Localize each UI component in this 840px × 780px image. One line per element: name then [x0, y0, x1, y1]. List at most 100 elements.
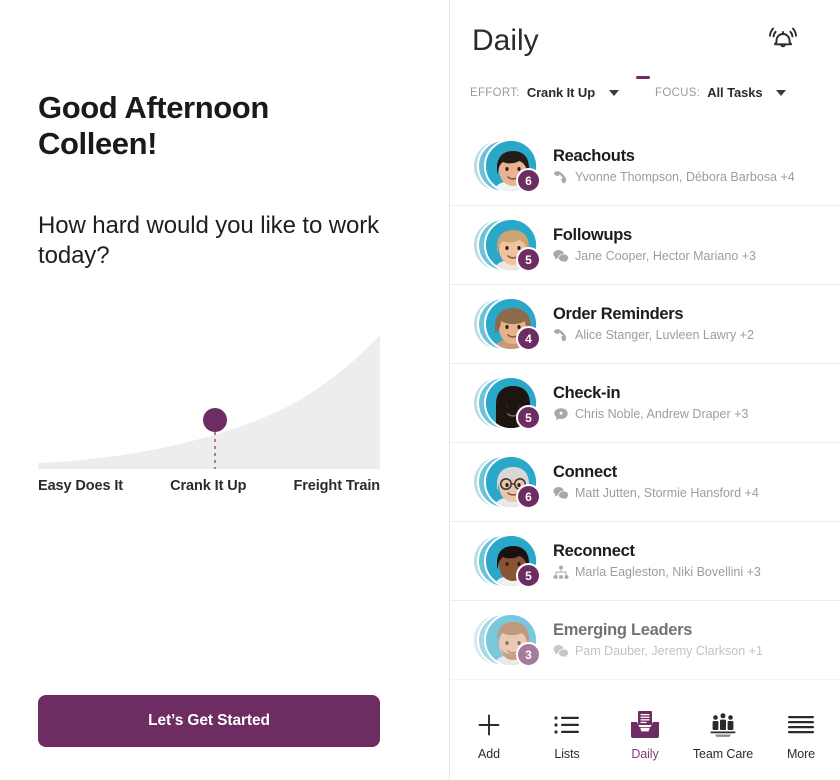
active-tab-indicator [636, 76, 650, 79]
speech-bubbles-icon [553, 486, 569, 501]
task-text: Emerging Leaders Pam Dauber, Jeremy Clark… [542, 621, 826, 660]
notifications-button[interactable] [757, 12, 809, 64]
task-row[interactable]: 6 Reachouts Yvonne Thompson, Débora Barbos… [450, 127, 840, 206]
daily-heading: Daily [472, 24, 539, 57]
avatar-stack: 5 [472, 372, 542, 434]
task-text: Connect Matt Jutten, Stormie Hansford +4 [542, 463, 826, 502]
task-subtitle: Jane Cooper, Hector Mariano +3 [553, 248, 826, 265]
task-count-badge: 3 [516, 642, 541, 667]
effort-option-easy[interactable]: Easy Does It [38, 478, 123, 494]
avatar-stack: 5 [472, 214, 542, 276]
task-count-badge: 5 [516, 247, 541, 272]
effort-option-crank[interactable]: Crank It Up [170, 478, 246, 494]
task-subtitle: Pam Dauber, Jeremy Clarkson +1 [553, 643, 826, 660]
task-subtitle: Marla Eagleston, Niki Bovellini +3 [553, 564, 826, 581]
bell-ringing-icon [766, 20, 800, 57]
effort-level-labels: Easy Does It Crank It Up Freight Train [38, 478, 380, 494]
avatar-stack: 5 [472, 530, 542, 592]
task-count-badge: 5 [516, 405, 541, 430]
task-row[interactable]: 5 Followups Jane Cooper, Hector Mariano +3 [450, 206, 840, 285]
task-subtitle: Yvonne Thompson, Débora Barbosa +4 [553, 169, 826, 186]
effort-question: How hard would you like to work today? [38, 212, 380, 270]
nav-item-daily[interactable]: Daily [606, 708, 684, 761]
focus-filter-value: All Tasks [707, 85, 763, 100]
greeting-line-2: Colleen! [38, 125, 158, 161]
nav-item-add[interactable]: Add [450, 708, 528, 761]
task-title: Order Reminders [553, 304, 684, 323]
app-root: Good Afternoon Colleen! How hard would y… [0, 0, 840, 780]
plus-icon [475, 708, 503, 742]
nav-item-team-care[interactable]: Team Care [684, 708, 762, 761]
list-icon [554, 708, 580, 742]
speech-bubble-icon [553, 407, 569, 422]
avatar-stack: 3 [472, 609, 542, 671]
task-member-names: Pam Dauber, Jeremy Clarkson +1 [575, 643, 763, 658]
bottom-navigation[interactable]: Add Lists Daily Team Care More [450, 700, 840, 780]
task-member-names: Marla Eagleston, Niki Bovellini +3 [575, 564, 761, 579]
effort-filter[interactable]: EFFORT: Crank It Up [470, 85, 620, 100]
nav-item-label: Team Care [692, 747, 754, 761]
filter-bar: EFFORT: Crank It Up FOCUS: All Tasks [470, 85, 830, 111]
hamburger-icon [787, 708, 815, 742]
phone-receiver-icon [553, 170, 569, 185]
chevron-down-icon[interactable] [609, 89, 620, 96]
focus-filter-label: FOCUS: [655, 86, 701, 99]
task-title: Followups [553, 225, 632, 244]
task-title: Emerging Leaders [553, 620, 693, 639]
task-member-names: Yvonne Thompson, Débora Barbosa +4 [575, 169, 795, 184]
nav-item-label: More [786, 747, 816, 761]
task-text: Check-in Chris Noble, Andrew Draper +3 [542, 384, 826, 423]
task-list[interactable]: 6 Reachouts Yvonne Thompson, Débora Barbos… [450, 127, 840, 695]
phone-receiver-icon [553, 328, 569, 343]
nav-item-lists[interactable]: Lists [528, 708, 606, 761]
task-row[interactable]: 5 Reconnect Marla Eagleston, Niki Bovellin… [450, 522, 840, 601]
effort-curve-chart[interactable] [38, 327, 380, 469]
nav-item-label: Daily [631, 747, 659, 761]
effort-option-freight[interactable]: Freight Train [293, 478, 380, 494]
greeting-line-1: Good Afternoon [38, 90, 269, 125]
focus-filter[interactable]: FOCUS: All Tasks [655, 85, 787, 100]
task-row[interactable]: 5 Check-in Chris Noble, Andrew Draper +3 [450, 364, 840, 443]
task-member-names: Jane Cooper, Hector Mariano +3 [575, 248, 757, 263]
task-text: Order Reminders Alice Stanger, Luvleen La… [542, 305, 826, 344]
task-text: Followups Jane Cooper, Hector Mariano +3 [542, 226, 826, 265]
effort-slider-stem [214, 432, 216, 469]
lets-get-started-button[interactable]: Let’s Get Started [38, 695, 380, 747]
task-subtitle: Alice Stanger, Luvleen Lawry +2 [553, 327, 826, 344]
task-member-names: Matt Jutten, Stormie Hansford +4 [575, 485, 759, 500]
avatar-stack: 4 [472, 293, 542, 355]
task-count-badge: 6 [516, 168, 541, 193]
speech-bubbles-icon [553, 249, 569, 264]
task-text: Reachouts Yvonne Thompson, Débora Barbosa… [542, 147, 826, 186]
nav-item-label: Add [478, 747, 500, 761]
task-row[interactable]: 4 Order Reminders Alice Stanger, Luvleen L… [450, 285, 840, 364]
task-title: Reachouts [553, 146, 635, 165]
task-title: Connect [553, 462, 617, 481]
task-subtitle: Matt Jutten, Stormie Hansford +4 [553, 485, 826, 502]
task-title: Check-in [553, 383, 621, 402]
inbox-tray-icon [629, 708, 661, 742]
nav-item-more[interactable]: More [762, 708, 840, 761]
effort-filter-value: Crank It Up [526, 85, 596, 100]
effort-filter-label: EFFORT: [470, 86, 520, 99]
task-row[interactable]: 3 Emerging Leaders Pam Dauber, Jeremy Clar… [450, 601, 840, 680]
avatar-stack: 6 [472, 135, 542, 197]
task-row[interactable]: 6 Connect Matt Jutten, Stormie Hansford +4 [450, 443, 840, 522]
task-count-badge: 4 [516, 326, 541, 351]
task-subtitle: Chris Noble, Andrew Draper +3 [553, 406, 826, 423]
page-title: Good Afternoon Colleen! [38, 90, 398, 162]
task-member-names: Chris Noble, Andrew Draper +3 [575, 406, 749, 421]
task-count-badge: 6 [516, 484, 541, 509]
task-text: Reconnect Marla Eagleston, Niki Bovellini… [542, 542, 826, 581]
nav-item-label: Lists [554, 747, 580, 761]
task-member-names: Alice Stanger, Luvleen Lawry +2 [575, 327, 754, 342]
daily-panel: Daily EFFORT: Crank It Up FOCUS: All Tas… [450, 0, 840, 780]
chevron-down-icon[interactable] [776, 89, 787, 96]
effort-slider-knob[interactable] [203, 408, 227, 432]
sitemap-icon [553, 565, 569, 580]
people-group-icon [709, 708, 737, 742]
task-count-badge: 5 [516, 563, 541, 588]
avatar-stack: 6 [472, 451, 542, 513]
speech-bubbles-icon [553, 644, 569, 659]
onboarding-panel: Good Afternoon Colleen! How hard would y… [0, 0, 450, 780]
